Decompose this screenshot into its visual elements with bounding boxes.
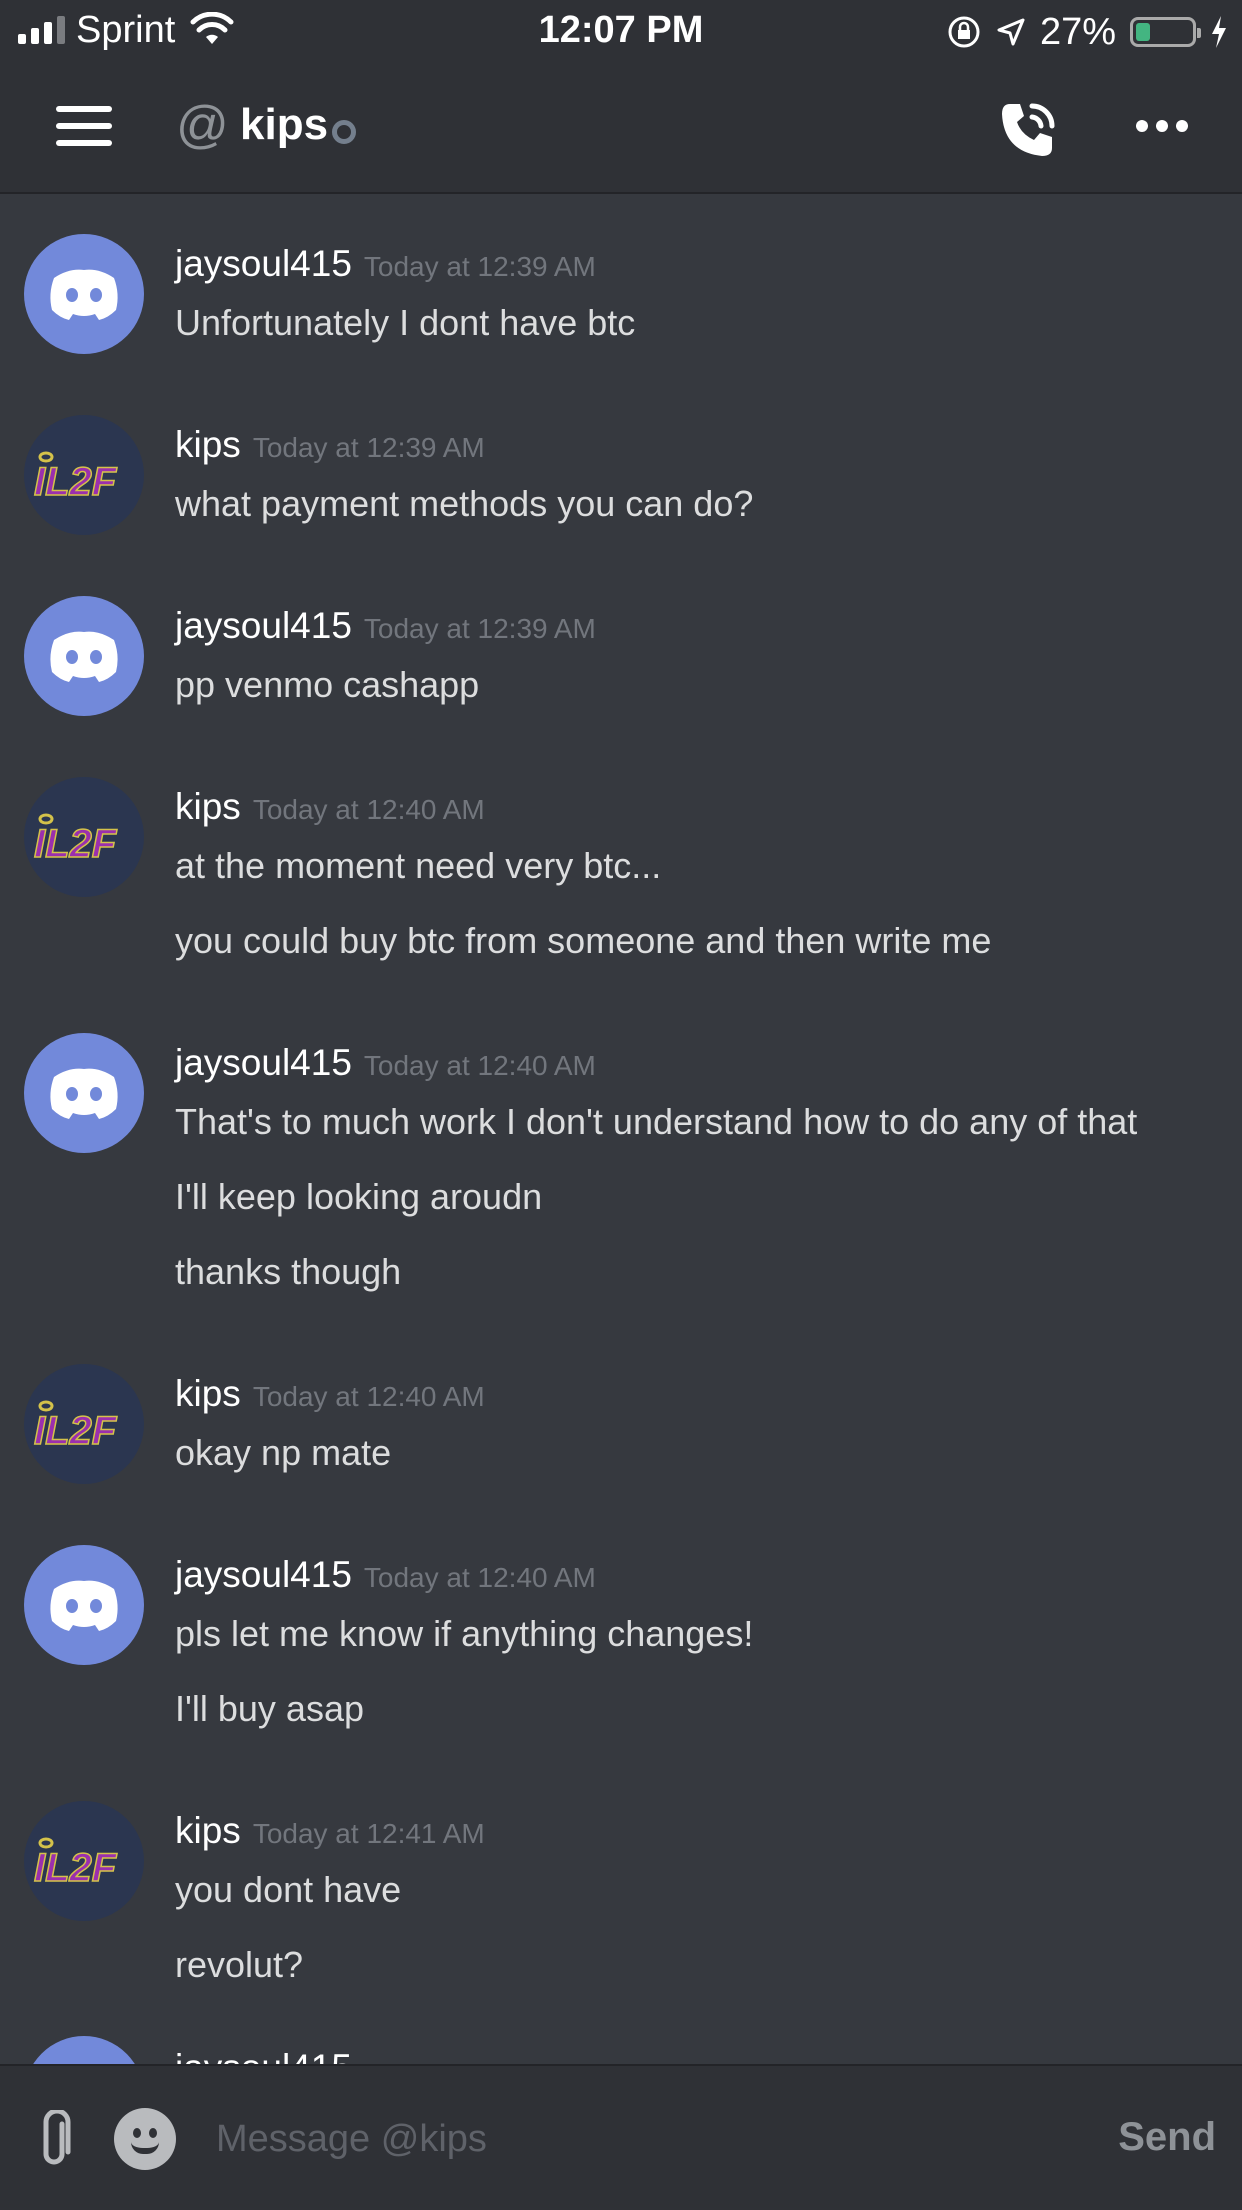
message-author[interactable]: kips Today at 12:40 AM — [175, 785, 485, 832]
message-text: That's to much work I don't understand h… — [175, 1101, 1138, 1142]
author-name[interactable]: jaysoul415 — [175, 2047, 352, 2064]
message-timestamp: Today at 12:39 AM — [363, 251, 596, 282]
orientation-lock-icon — [948, 16, 980, 48]
author-name[interactable]: jaysoul415 — [175, 1042, 352, 1083]
kips-avatar[interactable]: IL2F — [24, 777, 144, 897]
message-author[interactable]: jaysoul415 Today at 12:40 AM — [175, 1553, 596, 1600]
kips-avatar[interactable]: IL2F — [24, 1364, 144, 1484]
discord-default-avatar[interactable] — [24, 234, 144, 354]
svg-text:IL2F: IL2F — [34, 1846, 118, 1890]
message-author[interactable]: kips Today at 12:40 AM — [175, 1372, 485, 1419]
message-timestamp: Today at 12:40 AM — [363, 1562, 596, 1593]
message-text: I'll keep looking aroudn — [175, 1176, 543, 1217]
message-text: thanks though — [175, 1251, 402, 1292]
kips-avatar[interactable]: IL2F — [24, 415, 144, 535]
author-name[interactable]: jaysoul415 — [175, 243, 352, 284]
discord-default-avatar[interactable] — [24, 2036, 144, 2064]
author-name[interactable]: kips — [175, 1810, 241, 1851]
message-text: you dont have — [175, 1869, 402, 1910]
at-icon: @ — [176, 96, 229, 154]
battery-icon — [1130, 17, 1201, 47]
status-bar: Sprint 12:07 PM 27% — [0, 0, 1242, 62]
author-name[interactable]: jaysoul415 — [175, 605, 352, 646]
message-text: revolut? — [175, 1944, 304, 1985]
message-list[interactable]: jaysoul415 Today at 12:39 AM Unfortunatel… — [0, 194, 1242, 2064]
author-name[interactable]: kips — [175, 1373, 241, 1414]
message-author[interactable]: jaysoul415 Today at 12:39 AM — [175, 242, 596, 289]
message-author[interactable]: jaysoul415 Today at 12:40 AM — [175, 1041, 596, 1088]
message-timestamp: Today at 12:39 AM — [252, 432, 485, 463]
more-options-icon[interactable] — [1136, 120, 1188, 132]
menu-icon[interactable] — [56, 106, 112, 146]
kips-avatar[interactable]: IL2F — [24, 1801, 144, 1921]
message-timestamp: Today at 12:39 AM — [363, 613, 596, 644]
send-button[interactable]: Send — [1118, 2112, 1216, 2162]
message-text: I'll buy asap — [175, 1688, 364, 1729]
message-author[interactable]: kips Today at 12:39 AM — [175, 423, 485, 470]
location-arrow-icon — [997, 18, 1025, 46]
message-author[interactable]: jaysoul415 Today at 12:39 AM — [175, 604, 596, 651]
message-text: pls let me know if anything changes! — [175, 1613, 754, 1654]
message-text: you could buy btc from someone and then … — [175, 920, 992, 961]
author-name[interactable]: kips — [175, 786, 241, 827]
battery-percentage: 27% — [1039, 11, 1116, 53]
message-text: at the moment need very btc... — [175, 845, 662, 886]
message-author[interactable]: kips Today at 12:41 AM — [175, 1809, 485, 1856]
message-timestamp: Today at 12:40 AM — [252, 794, 485, 825]
message-timestamp: Today at 12:40 AM — [363, 1050, 596, 1081]
svg-text:IL2F: IL2F — [34, 460, 118, 504]
message-text: okay np mate — [175, 1432, 392, 1473]
message-input[interactable] — [214, 2106, 1078, 2172]
message-text: what payment methods you can do? — [175, 483, 754, 524]
author-name[interactable]: kips — [175, 424, 241, 465]
message-text: pp venmo cashapp — [175, 664, 480, 705]
message-timestamp: Today at 12:40 AM — [252, 1381, 485, 1412]
svg-text:IL2F: IL2F — [34, 1409, 118, 1453]
discord-default-avatar[interactable] — [24, 1545, 144, 1665]
author-name[interactable]: jaysoul415 — [175, 1554, 352, 1595]
paperclip-icon[interactable] — [34, 2110, 74, 2170]
message-author[interactable]: jaysoul415 — [175, 2046, 352, 2064]
offline-status-icon — [332, 120, 356, 144]
channel-header: @ kips — [0, 62, 1242, 194]
charging-bolt-icon — [1212, 16, 1226, 48]
svg-text:IL2F: IL2F — [34, 822, 118, 866]
discord-default-avatar[interactable] — [24, 596, 144, 716]
discord-default-avatar[interactable] — [24, 1033, 144, 1153]
message-text: Unfortunately I dont have btc — [175, 302, 636, 343]
message-timestamp: Today at 12:41 AM — [252, 1818, 485, 1849]
message-input-bar: Send — [0, 2064, 1242, 2210]
phone-call-icon[interactable] — [996, 98, 1060, 162]
channel-name: kips — [240, 100, 329, 149]
emoji-icon[interactable] — [114, 2108, 176, 2170]
